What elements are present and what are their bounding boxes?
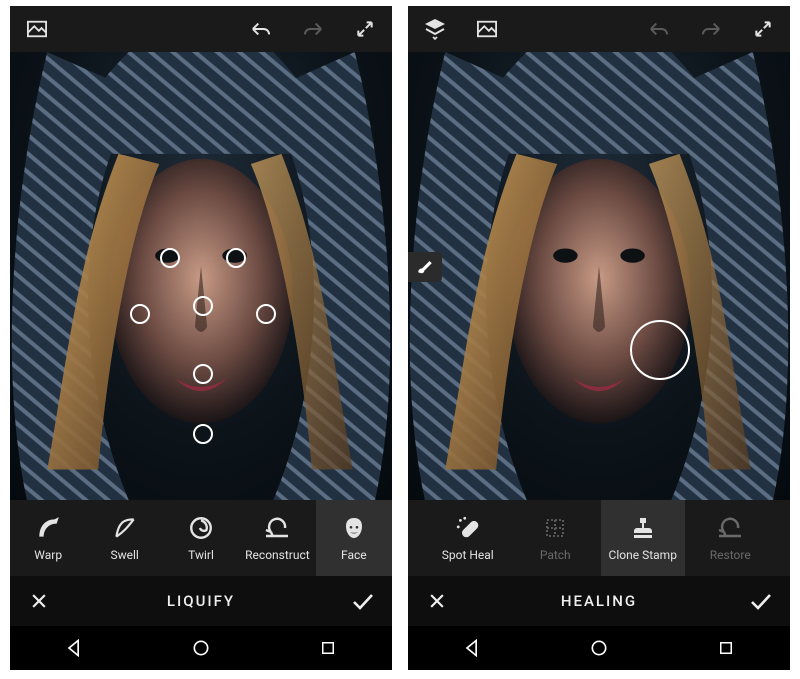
tool-label: Swell [110, 548, 138, 562]
tool-label: Patch [540, 548, 571, 562]
tool-label: Face [341, 548, 367, 562]
tool-twirl[interactable]: Twirl [163, 500, 239, 576]
confirm-button[interactable] [746, 586, 776, 616]
clone-stamp-icon [631, 514, 655, 542]
tool-label: Warp [34, 548, 62, 562]
mode-title: HEALING [452, 592, 746, 610]
photo-canvas-right[interactable] [408, 52, 790, 500]
titlebar-right: HEALING [408, 576, 790, 626]
tool-label: Reconstruct [245, 548, 310, 562]
tool-label: Spot Heal [442, 548, 494, 562]
swell-icon [112, 514, 138, 542]
phone-right: Spot Heal Patch Clone Stamp Restore HEAL… [408, 6, 790, 670]
nav-recent-icon[interactable] [706, 628, 746, 668]
redo-icon[interactable] [694, 12, 728, 46]
tool-label: Clone Stamp [609, 548, 677, 562]
fullscreen-icon[interactable] [746, 12, 780, 46]
nav-back-icon[interactable] [54, 628, 94, 668]
tool-warp[interactable]: Warp [10, 500, 86, 576]
face-icon [342, 514, 366, 542]
undo-icon[interactable] [642, 12, 676, 46]
face-marker[interactable] [226, 248, 246, 268]
nav-recent-icon[interactable] [308, 628, 348, 668]
warp-icon [35, 514, 61, 542]
restore-icon [716, 514, 744, 542]
image-swap-icon[interactable] [470, 12, 504, 46]
layers-icon[interactable] [418, 12, 452, 46]
twirl-icon [188, 514, 214, 542]
patch-icon [543, 514, 567, 542]
android-navbar-right [408, 626, 790, 670]
nav-home-icon[interactable] [181, 628, 221, 668]
redo-icon[interactable] [296, 12, 330, 46]
face-marker[interactable] [193, 364, 213, 384]
topbar-right [408, 6, 790, 52]
tool-restore[interactable]: Restore [689, 500, 773, 576]
android-navbar-left [10, 626, 392, 670]
tool-face[interactable]: Face [316, 500, 392, 576]
brush-settings-button[interactable] [408, 252, 442, 282]
undo-icon[interactable] [244, 12, 278, 46]
phone-left: Warp Swell Twirl Reconstruct Face [10, 6, 392, 670]
tool-clone-stamp[interactable]: Clone Stamp [601, 500, 685, 576]
tool-reconstruct[interactable]: Reconstruct [239, 500, 315, 576]
nav-back-icon[interactable] [452, 628, 492, 668]
face-marker[interactable] [130, 304, 150, 324]
tool-label: Restore [710, 548, 751, 562]
mode-title: LIQUIFY [54, 592, 348, 610]
cancel-button[interactable] [24, 586, 54, 616]
tool-label: Twirl [188, 548, 214, 562]
fullscreen-icon[interactable] [348, 12, 382, 46]
toolrow-right: Spot Heal Patch Clone Stamp Restore [408, 500, 790, 576]
tool-patch[interactable]: Patch [514, 500, 598, 576]
tool-swell[interactable]: Swell [86, 500, 162, 576]
face-marker[interactable] [160, 248, 180, 268]
reconstruct-icon [263, 514, 291, 542]
face-marker[interactable] [256, 304, 276, 324]
clone-stamp-cursor[interactable] [630, 320, 690, 380]
tool-spot-heal[interactable]: Spot Heal [426, 500, 510, 576]
spot-heal-icon [455, 514, 481, 542]
face-marker[interactable] [193, 296, 213, 316]
toolrow-left: Warp Swell Twirl Reconstruct Face [10, 500, 392, 576]
confirm-button[interactable] [348, 586, 378, 616]
cancel-button[interactable] [422, 586, 452, 616]
nav-home-icon[interactable] [579, 628, 619, 668]
face-marker[interactable] [193, 424, 213, 444]
titlebar-left: LIQUIFY [10, 576, 392, 626]
topbar-left [10, 6, 392, 52]
photo-canvas-left[interactable] [10, 52, 392, 500]
image-swap-icon[interactable] [20, 12, 54, 46]
